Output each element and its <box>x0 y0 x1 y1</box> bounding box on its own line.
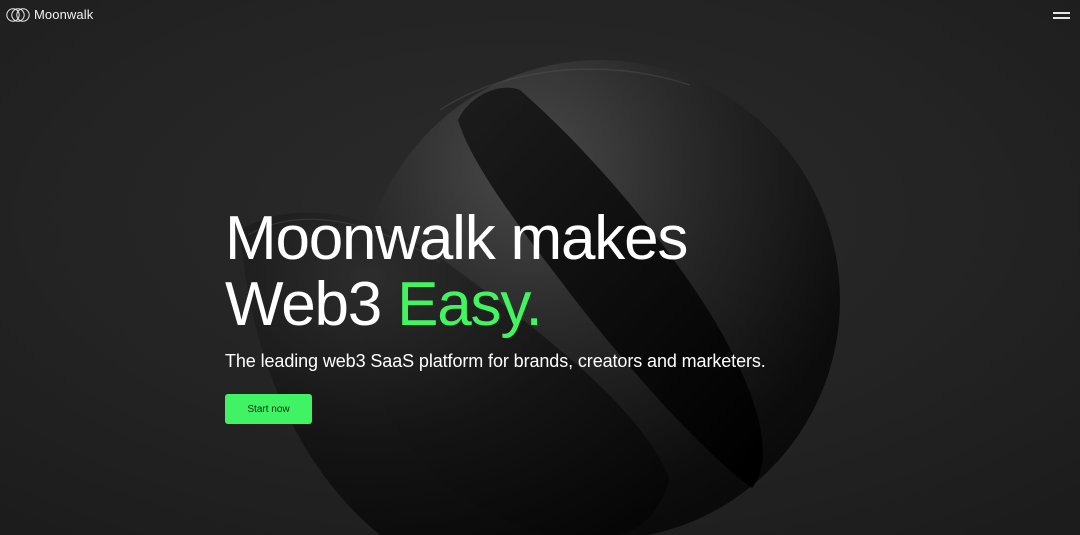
hamburger-menu-icon[interactable] <box>1052 9 1072 23</box>
interlocking-circles-logo-icon <box>6 8 30 22</box>
hero-section: Moonwalk makes Web3 Easy. The leading we… <box>225 206 845 424</box>
brand-name: Moonwalk <box>34 7 94 22</box>
menu-line-top <box>1053 12 1070 14</box>
hero-title-line1: Moonwalk makes <box>225 204 688 273</box>
hero-title-line2-prefix: Web3 <box>225 270 398 339</box>
top-navigation: Moonwalk <box>0 0 1080 32</box>
hero-title: Moonwalk makes Web3 Easy. <box>225 206 845 338</box>
hero-subtitle: The leading web3 SaaS platform for brand… <box>225 351 766 371</box>
menu-line-bottom <box>1053 17 1070 19</box>
start-now-button[interactable]: Start now <box>225 394 312 424</box>
hero-title-accent: Easy. <box>397 270 543 339</box>
brand-logo-link[interactable]: Moonwalk <box>6 7 93 23</box>
